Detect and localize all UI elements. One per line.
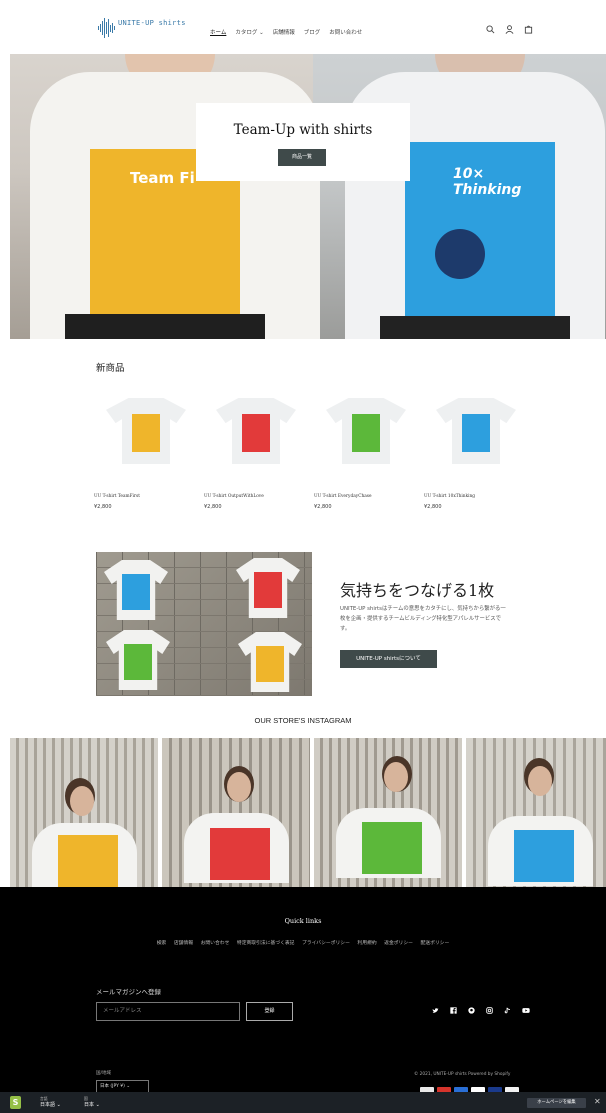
cart-icon[interactable] bbox=[524, 25, 533, 34]
product-price: ¥2,800 bbox=[94, 504, 112, 510]
email-input[interactable]: メールアドレス bbox=[96, 1002, 240, 1021]
language-label: 言語 bbox=[40, 1096, 48, 1101]
logo-wave-icon bbox=[98, 18, 115, 38]
tiktok-icon[interactable] bbox=[504, 1007, 511, 1014]
copyright: © 2021, UNITE-UP shirts Powered by Shopi… bbox=[414, 1072, 511, 1077]
feature-heading: 気持ちをつなげる1枚 bbox=[340, 581, 495, 600]
nav-item-home[interactable]: ホーム bbox=[210, 28, 226, 36]
close-icon[interactable]: ✕ bbox=[594, 1097, 601, 1107]
hero-pants-right bbox=[380, 316, 570, 339]
footer-link-refund[interactable]: 返金ポリシー bbox=[384, 941, 413, 946]
admin-bar: S 言語 日本語 ⌄ 国 日本 ⌄ ホームページを編集 ✕ bbox=[0, 1092, 606, 1113]
edit-homepage-button[interactable]: ホームページを編集 bbox=[527, 1098, 586, 1108]
main-nav: ホーム カタログ ⌄ 店舗情報 ブログ お問い合わせ bbox=[210, 28, 362, 36]
country-label: 国 bbox=[84, 1096, 88, 1101]
nav-item-catalog[interactable]: カタログ ⌄ bbox=[235, 28, 263, 36]
pinterest-icon[interactable] bbox=[468, 1007, 475, 1014]
instagram-post[interactable] bbox=[10, 738, 158, 887]
footer-link-search[interactable]: 検索 bbox=[157, 941, 167, 946]
product-image[interactable] bbox=[204, 382, 308, 472]
header-icons bbox=[486, 25, 533, 34]
product-card[interactable]: UU T-shirt 10xThinking ¥2,800 bbox=[424, 382, 528, 510]
product-price: ¥2,800 bbox=[424, 504, 442, 510]
product-name[interactable]: UU T-shirt TeamFirst bbox=[94, 494, 198, 499]
hero-print-right-text: 10× Thinking bbox=[453, 166, 522, 198]
product-name[interactable]: UU T-shirt 10xThinking bbox=[424, 494, 528, 499]
product-price: ¥2,800 bbox=[204, 504, 222, 510]
instagram-title: OUR STORE'S INSTAGRAM bbox=[254, 716, 352, 725]
footer-link-contact[interactable]: お問い合わせ bbox=[201, 941, 230, 946]
footer-link-legal-notice[interactable]: 特定商取引法に基づく表記 bbox=[237, 941, 295, 946]
instagram-post[interactable] bbox=[314, 738, 462, 887]
language-value: 日本語 ⌄ bbox=[40, 1102, 61, 1108]
facebook-icon[interactable] bbox=[450, 1007, 457, 1014]
product-image[interactable] bbox=[94, 382, 198, 472]
language-selector[interactable]: 言語 日本語 ⌄ bbox=[40, 1096, 61, 1108]
youtube-icon[interactable] bbox=[522, 1007, 530, 1014]
hero-title: Team-Up with shirts bbox=[233, 122, 373, 138]
about-button[interactable]: UNITE-UP shirtsについて bbox=[340, 650, 437, 668]
footer-link-store-info[interactable]: 店舗情報 bbox=[174, 941, 193, 946]
hero-print-left-text: Team Fi bbox=[130, 169, 195, 187]
product-image[interactable] bbox=[314, 382, 418, 472]
footer-links: 検索 店舗情報 お問い合わせ 特定商取引法に基づく表記 プライバシーポリシー 利… bbox=[150, 937, 456, 950]
newsletter-title: メールマガジンへ登録 bbox=[96, 988, 161, 996]
footer-link-shipping[interactable]: 配送ポリシー bbox=[420, 941, 449, 946]
feature-image bbox=[96, 552, 312, 696]
search-icon[interactable] bbox=[486, 25, 495, 34]
shopify-logo-icon[interactable]: S bbox=[10, 1096, 21, 1109]
product-card[interactable]: UU T-shirt OutputWithLove ¥2,800 bbox=[204, 382, 308, 510]
twitter-icon[interactable] bbox=[432, 1007, 439, 1014]
nav-item-blog[interactable]: ブログ bbox=[304, 28, 321, 36]
footer-link-privacy[interactable]: プライバシーポリシー bbox=[302, 941, 350, 946]
site-logo[interactable]: UNITE-UP shirts bbox=[98, 17, 186, 39]
product-image[interactable] bbox=[424, 382, 528, 472]
logo-text: UNITE-UP shirts bbox=[118, 19, 186, 27]
page: UNITE-UP shirts ホーム カタログ ⌄ 店舗情報 ブログ お問い合… bbox=[0, 0, 606, 1113]
shop-all-button[interactable]: 商品一覧 bbox=[278, 149, 326, 166]
nav-item-store-info[interactable]: 店舗情報 bbox=[273, 28, 295, 36]
feature-description: UNITE-UP shirtsはチームの意思をカタチにし、気持ちから繋がる一枚を… bbox=[340, 606, 506, 632]
account-icon[interactable] bbox=[505, 25, 514, 34]
country-selector[interactable]: 国 日本 ⌄ bbox=[84, 1096, 100, 1108]
instagram-post[interactable] bbox=[466, 738, 606, 887]
social-links bbox=[432, 1007, 530, 1014]
country-value: 日本 ⌄ bbox=[84, 1102, 100, 1108]
instagram-icon[interactable] bbox=[486, 1007, 493, 1014]
hero-pants-left bbox=[65, 314, 265, 339]
site-header: UNITE-UP shirts ホーム カタログ ⌄ 店舗情報 ブログ お問い合… bbox=[0, 0, 606, 54]
product-grid: UU T-shirt TeamFirst ¥2,800 UU T-shirt O… bbox=[94, 382, 528, 512]
hero-print-graphic bbox=[435, 229, 485, 279]
product-card[interactable]: UU T-shirt EverydayChase ¥2,800 bbox=[314, 382, 418, 510]
new-products-title: 新商品 bbox=[96, 363, 125, 374]
footer-link-terms[interactable]: 利用規約 bbox=[357, 941, 376, 946]
hero-banner: Team Fi 10× Thinking bbox=[10, 54, 606, 339]
quick-links-title: Quick links bbox=[284, 917, 322, 925]
nav-item-contact[interactable]: お問い合わせ bbox=[329, 28, 362, 36]
hero-text-box: Team-Up with shirts 商品一覧 bbox=[196, 103, 410, 181]
product-price: ¥2,800 bbox=[314, 504, 332, 510]
instagram-post[interactable] bbox=[162, 738, 310, 887]
region-label: 国/地域 bbox=[96, 1071, 112, 1076]
subscribe-button[interactable]: 登録 bbox=[246, 1002, 293, 1021]
product-card[interactable]: UU T-shirt TeamFirst ¥2,800 bbox=[94, 382, 198, 510]
product-name[interactable]: UU T-shirt OutputWithLove bbox=[204, 494, 308, 499]
product-name[interactable]: UU T-shirt EverydayChase bbox=[314, 494, 418, 499]
